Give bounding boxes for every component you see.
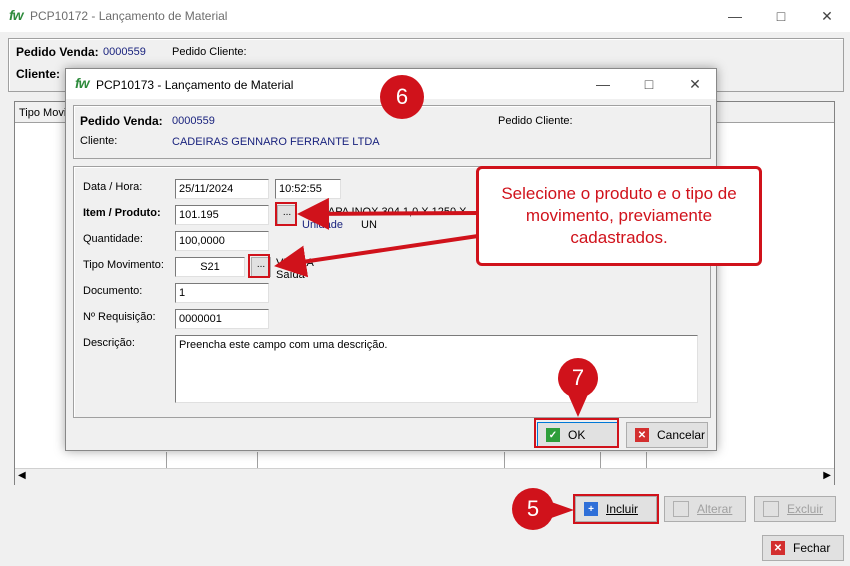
instruction-callout: Selecione o produto e o tipo de moviment… xyxy=(476,166,762,266)
arrow-to-item-lookup xyxy=(297,197,479,230)
arrow-to-tipo-lookup xyxy=(274,234,479,278)
annotation-arrows xyxy=(274,197,479,278)
step-6-badge: 6 xyxy=(380,75,424,119)
step-5-pointer xyxy=(540,498,574,522)
step-7-pointer xyxy=(564,385,592,417)
